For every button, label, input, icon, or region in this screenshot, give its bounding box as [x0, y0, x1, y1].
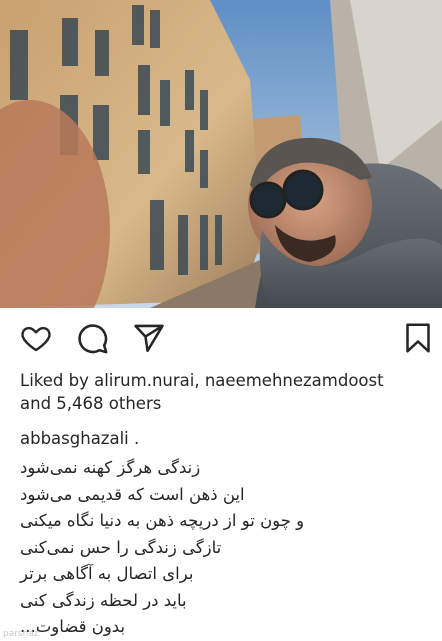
watermark: parsnaz — [3, 629, 39, 639]
post-caption: abbasghazali . زندگی هرگز کهنه نمی‌شود ا… — [20, 428, 430, 641]
like-button[interactable] — [16, 318, 56, 358]
caption-line: برای اتصال به آگاهی برتر — [20, 564, 194, 583]
caption-line: بدون قضاوت... — [20, 617, 126, 636]
save-button[interactable] — [398, 318, 438, 358]
speech-bubble-icon — [78, 324, 108, 354]
post-photo-image — [0, 0, 442, 308]
caption-line: باید در لحظه زندگی کنی — [20, 590, 187, 610]
likes-summary: Liked by alirum.nurai, naeemehnezamdoost… — [20, 369, 430, 415]
caption-text: زندگی هرگز کهنه نمی‌شود این ذهن است که ق… — [20, 455, 430, 641]
caption-line: و چون تو از دریچه ذهن به دنیا نگاه میکنی — [20, 511, 305, 530]
share-button[interactable] — [129, 318, 169, 358]
caption-username[interactable]: abbasghazali . — [20, 428, 430, 450]
comment-button[interactable] — [72, 318, 112, 358]
likes-separator: , — [194, 371, 205, 390]
caption-line: زندگی هرگز کهنه نمی‌شود — [20, 458, 201, 477]
liker-username-1[interactable]: alirum.nurai — [94, 371, 194, 390]
likes-and: and — [20, 394, 57, 413]
bookmark-outline-icon — [406, 323, 430, 353]
caption-line: این ذهن است که قدیمی می‌شود — [20, 484, 245, 504]
likes-others-count[interactable]: 5,468 others — [56, 394, 161, 413]
liker-username-2[interactable]: naeemehnezamdoost — [205, 371, 384, 390]
heart-outline-icon — [21, 326, 51, 352]
paper-plane-icon — [134, 324, 164, 353]
post-photo[interactable] — [0, 0, 442, 308]
post-action-bar — [0, 318, 442, 358]
caption-line: تازگی زندگی را حس نمی‌کنی — [20, 537, 222, 557]
likes-prefix: Liked by — [20, 371, 95, 390]
